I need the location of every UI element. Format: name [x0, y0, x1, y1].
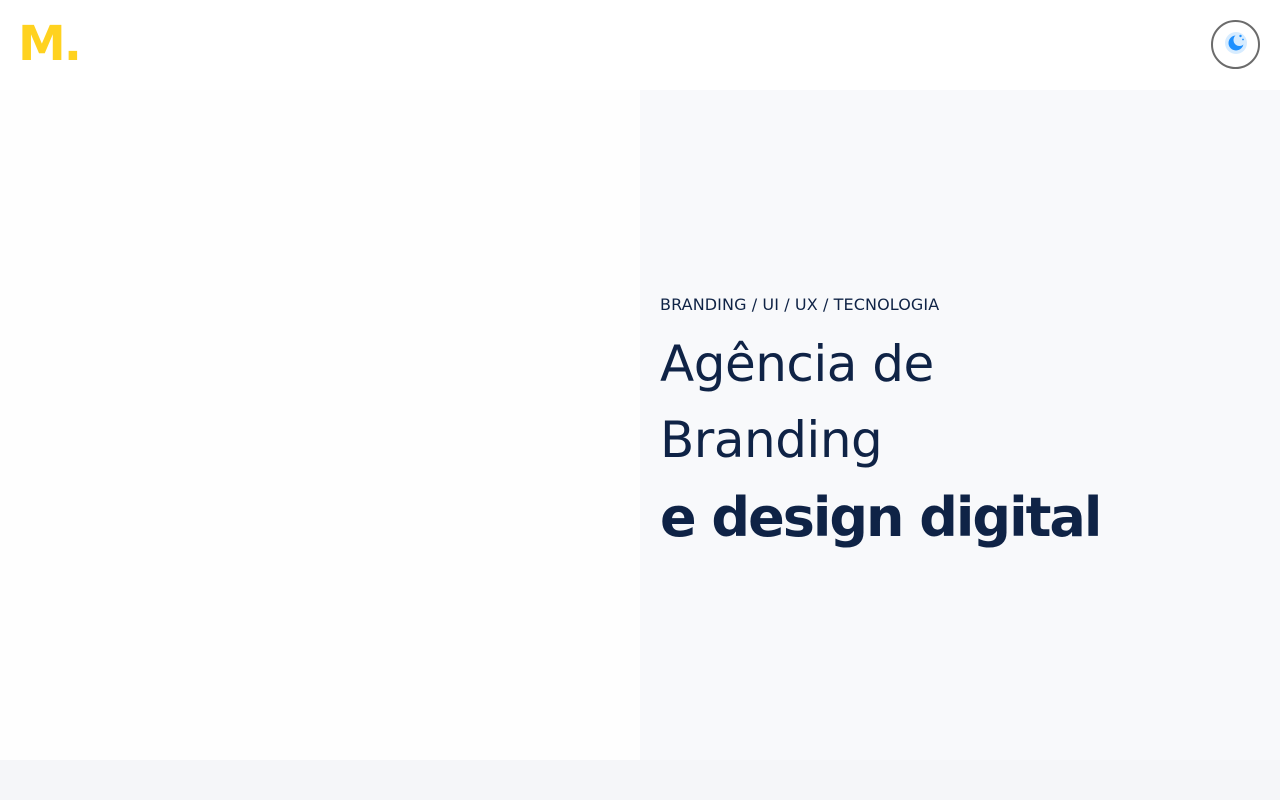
- hero-visual-panel: [0, 90, 640, 760]
- logo[interactable]: M.: [18, 20, 82, 68]
- theme-toggle-button[interactable]: [1211, 20, 1260, 69]
- hero-text-panel: BRANDING / UI / UX / TECNOLOGIA Agência …: [640, 90, 1280, 760]
- headline-line-2: Branding: [660, 411, 883, 469]
- bottom-strip: [0, 760, 1280, 800]
- hero-headline: Agência de Branding e design digital: [660, 326, 1260, 558]
- page: M. BRANDING / UI / UX / TECNOLOGIA Agênc…: [0, 0, 1280, 800]
- headline-line-3: e design digital: [660, 486, 1102, 549]
- top-bar: M.: [0, 0, 1280, 90]
- hero-eyebrow: BRANDING / UI / UX / TECNOLOGIA: [660, 295, 940, 314]
- moon-icon: [1223, 30, 1249, 60]
- headline-line-1: Agência de: [660, 335, 934, 393]
